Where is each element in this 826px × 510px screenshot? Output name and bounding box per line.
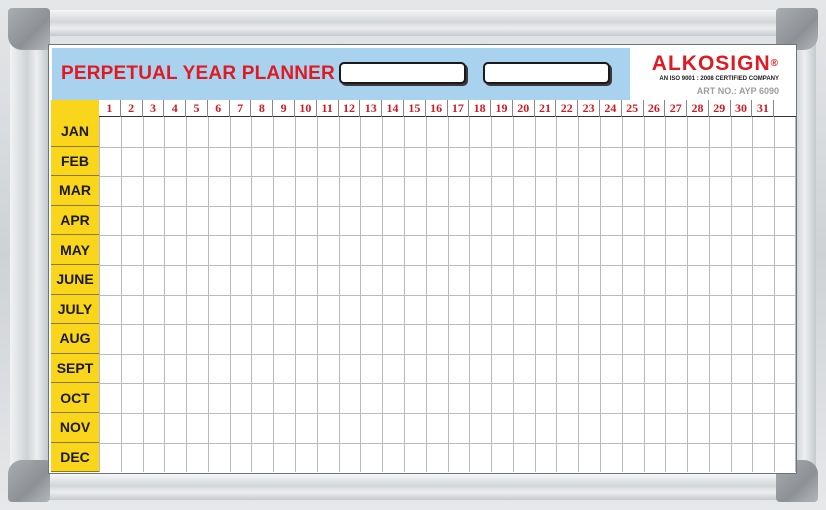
day-label: 27 <box>665 100 688 117</box>
grid-hline <box>99 294 796 296</box>
month-label: FEB <box>51 147 99 177</box>
header-banner: PERPETUAL YEAR PLANNER <box>52 48 630 100</box>
day-label: 7 <box>230 100 252 117</box>
day-label: 13 <box>360 100 383 117</box>
month-label: JUNE <box>51 265 99 295</box>
month-label: SEPT <box>51 354 99 384</box>
day-label: 30 <box>731 100 753 117</box>
month-label: JULY <box>51 295 99 325</box>
grid-hline <box>99 205 796 207</box>
month-label: DEC <box>51 443 99 473</box>
day-label: 6 <box>208 100 230 117</box>
day-label: 17 <box>448 100 470 117</box>
month-column: JAN FEB MAR APR MAY JUNE JULY AUG SEPT OCT NOV DEC <box>51 100 99 473</box>
day-label: 4 <box>164 100 187 117</box>
day-label: 22 <box>556 100 579 117</box>
day-label: 12 <box>339 100 361 117</box>
grid-hline <box>99 146 796 148</box>
day-label: 8 <box>251 100 274 117</box>
frame-rail-bottom <box>10 474 816 500</box>
day-label: 1 <box>99 100 121 117</box>
month-label: AUG <box>51 324 99 354</box>
day-label: 16 <box>426 100 448 117</box>
month-label: JAN <box>51 117 99 147</box>
planner-grid: JAN FEB MAR APR MAY JUNE JULY AUG SEPT OCT NOV DEC … <box>51 100 796 473</box>
grid-hline <box>99 442 796 444</box>
month-label: MAR <box>51 176 99 206</box>
day-label: 10 <box>295 100 317 117</box>
day-label: 15 <box>404 100 426 117</box>
corner-cap-bottom-left <box>8 460 50 502</box>
day-label: 19 <box>491 100 513 117</box>
day-label: 23 <box>578 100 600 117</box>
grid-hline <box>99 176 796 178</box>
frame-rail-top <box>10 10 816 36</box>
month-label: NOV <box>51 413 99 443</box>
month-label: APR <box>51 206 99 236</box>
day-label: 2 <box>121 100 143 117</box>
day-label: 21 <box>535 100 557 117</box>
page-title: PERPETUAL YEAR PLANNER <box>61 63 335 84</box>
planner-cells[interactable] <box>99 117 796 472</box>
grid-hline <box>99 324 796 326</box>
planner-board: PERPETUAL YEAR PLANNER ALKOSIGN® AN ISO … <box>48 44 797 474</box>
month-label: OCT <box>51 383 99 413</box>
day-label: 29 <box>709 100 731 117</box>
brand-block: ALKOSIGN® AN ISO 9001 : 2008 CERTIFIED C… <box>629 53 779 98</box>
day-label: 5 <box>186 100 208 117</box>
name-field[interactable] <box>483 62 610 84</box>
day-label: 28 <box>687 100 709 117</box>
day-label: 11 <box>317 100 339 117</box>
frame-rail-left <box>10 10 48 500</box>
month-label: MAY <box>51 235 99 265</box>
day-label: 24 <box>600 100 622 117</box>
grid-hline <box>99 413 796 414</box>
year-field[interactable] <box>339 62 466 84</box>
grid-hline <box>99 235 796 237</box>
corner-cap-top-left <box>8 8 50 50</box>
day-label: 26 <box>644 100 666 117</box>
whiteboard-frame: PERPETUAL YEAR PLANNER ALKOSIGN® AN ISO … <box>0 0 826 510</box>
art-number: ART NO.: AYP 6090 <box>696 86 779 96</box>
brand-certification: AN ISO 9001 : 2008 CERTIFIED COMPANY <box>659 76 779 82</box>
grid-hline <box>99 265 796 266</box>
day-header-row: 1 2 3 4 5 6 7 8 9 10 11 12 13 14 15 16 17 18 19 20 21 22 23 24 2… <box>99 100 796 117</box>
day-label: 14 <box>382 100 404 117</box>
grid-hline <box>99 383 796 385</box>
day-label: 20 <box>513 100 535 117</box>
day-label: 18 <box>469 100 492 117</box>
day-label: 9 <box>273 100 296 117</box>
day-label: 31 <box>752 100 775 117</box>
brand-logo: ALKOSIGN® <box>651 52 779 75</box>
day-label: 3 <box>143 100 165 117</box>
day-label: 25 <box>622 100 644 117</box>
planner-header: PERPETUAL YEAR PLANNER ALKOSIGN® AN ISO … <box>52 48 793 100</box>
grid-hline <box>99 353 796 355</box>
